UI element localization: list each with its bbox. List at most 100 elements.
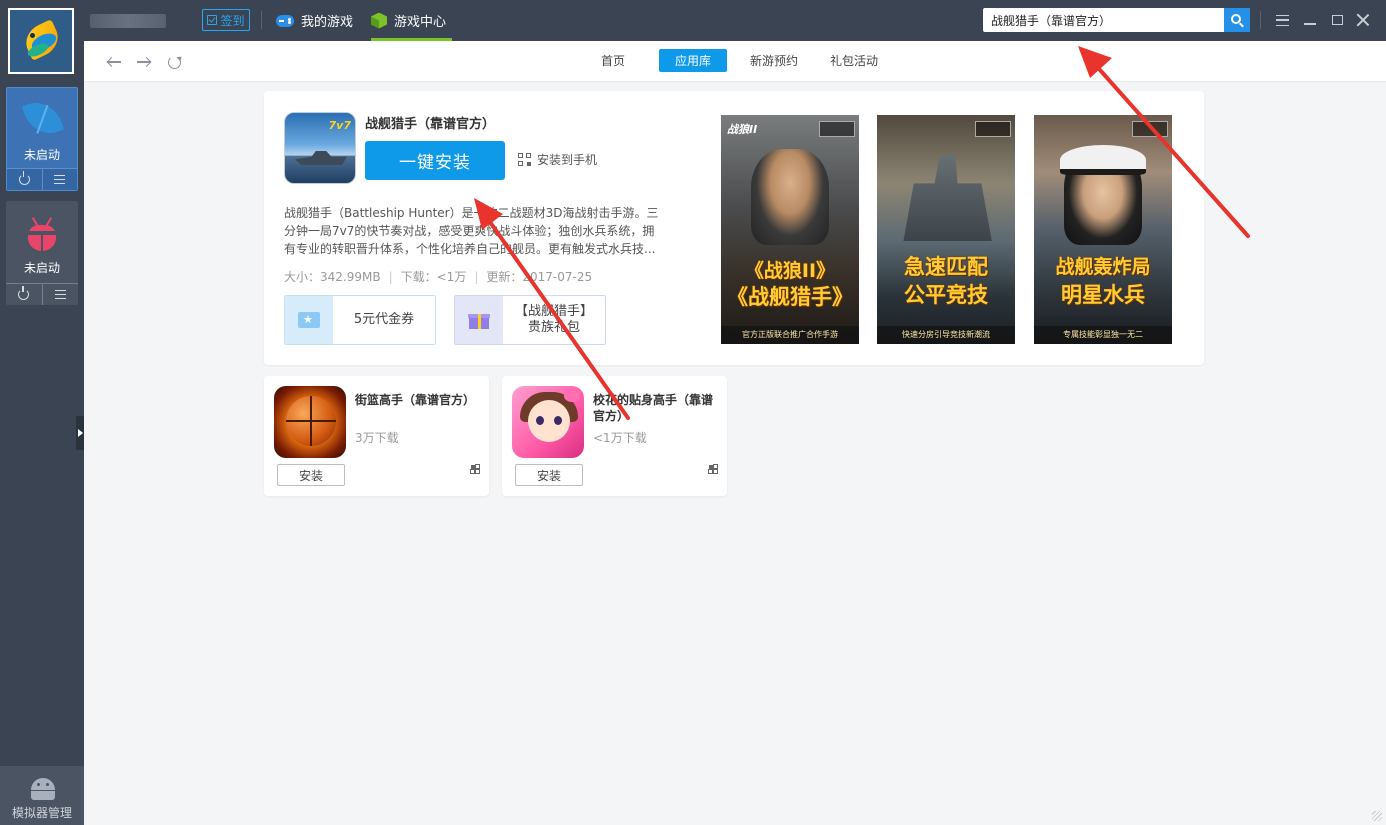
close-icon	[1356, 13, 1370, 27]
emulator-slot-1[interactable]: 未启动	[6, 87, 78, 191]
chevron-right-icon	[77, 429, 83, 437]
app-title: 战舰猎手（靠谱官方）	[365, 117, 496, 132]
arrow-right-icon	[137, 61, 151, 63]
refresh-button[interactable]	[165, 53, 183, 71]
app-title: 校花的贴身高手（靠谱官方）	[593, 393, 714, 423]
menu-icon	[54, 290, 66, 299]
install-to-phone-label: 安装到手机	[537, 153, 598, 167]
app-updated: 更新：2017-07-25	[486, 270, 593, 284]
tab-new-game-reservation[interactable]: 新游预约	[734, 49, 814, 72]
app-downloads: <1万下载	[593, 431, 647, 445]
tab-label: 新游预约	[750, 54, 799, 68]
emulator-slot-2[interactable]: 未启动	[6, 201, 78, 305]
emulator-controls	[6, 283, 78, 305]
close-button[interactable]	[1353, 10, 1373, 30]
bug-icon	[22, 211, 62, 253]
back-button[interactable]	[105, 53, 123, 71]
emulator-status-label: 未启动	[23, 148, 60, 162]
poster-caption-1: 战舰轰炸局	[1055, 256, 1151, 278]
poster-top-label: 战狼II	[727, 123, 758, 136]
app-title: 街篮高手（靠谱官方）	[355, 393, 476, 407]
divider	[261, 11, 262, 29]
screenshot-poster-3[interactable]: 战舰轰炸局 明星水兵 专属技能彰显独一无二	[1034, 115, 1172, 344]
fish-logo-icon	[20, 19, 64, 61]
content-nav-bar: 首页 应用库 新游预约 礼包活动	[84, 41, 1386, 82]
emulator-menu-button[interactable]	[41, 169, 78, 190]
search-icon	[1231, 14, 1241, 24]
recommended-app-card[interactable]: 街篮高手（靠谱官方） 3万下载 安装	[264, 376, 489, 496]
gift-pack-label: 【战舰猎手】 贵族礼包	[503, 296, 605, 344]
poster-caption-2: 明星水兵	[1061, 283, 1145, 307]
minimize-icon	[1304, 23, 1316, 25]
forward-button[interactable]	[135, 53, 153, 71]
poster-caption-2: 公平竞技	[904, 283, 988, 307]
game-logo-icon	[1132, 121, 1168, 137]
emulator-controls	[7, 168, 77, 190]
search-box	[983, 8, 1250, 32]
app-downloads: 3万下载	[355, 431, 399, 445]
recommended-app-card[interactable]: 校花的贴身高手（靠谱官方） <1万下载 安装	[502, 376, 727, 496]
power-button[interactable]	[7, 169, 42, 190]
emulator-sidebar: 未启动 未启动 模拟器管理	[0, 0, 84, 825]
poster-footer: 快速分房引导竞技新潮流	[877, 326, 1015, 344]
poster-caption-1: 急速匹配	[904, 255, 988, 279]
screenshot-poster-1[interactable]: 战狼II 《战狼II》 《战舰猎手》 官方正版联合推广合作手游	[721, 115, 859, 344]
signin-label: 签到	[220, 13, 245, 28]
leaf-icon	[21, 95, 65, 141]
app-downloads: 下载：<1万	[400, 270, 467, 284]
qr-code-icon	[518, 153, 531, 166]
emulator-manager-button[interactable]: 模拟器管理	[0, 766, 84, 825]
emulator-menu-button[interactable]	[41, 284, 79, 305]
search-button[interactable]	[1224, 8, 1250, 32]
gift-pack[interactable]: 【战舰猎手】 贵族礼包	[454, 295, 606, 345]
checkbox-icon	[207, 15, 218, 25]
emulator-manager-label: 模拟器管理	[11, 806, 72, 820]
minimize-button[interactable]	[1300, 10, 1320, 30]
search-input[interactable]	[983, 8, 1223, 32]
power-icon	[18, 286, 30, 300]
school-girl-app-icon[interactable]	[512, 386, 584, 458]
app-meta: 大小：342.99MB | 下载：<1万 | 更新：2017-07-25	[284, 270, 593, 284]
signin-button[interactable]: 签到	[202, 9, 250, 31]
voucher-coupon[interactable]: 5元代金券	[284, 295, 436, 345]
resize-grip[interactable]	[1372, 811, 1382, 821]
android-icon	[28, 774, 58, 800]
install-to-phone-link[interactable]: 安装到手机	[518, 151, 597, 168]
app-size: 大小：342.99MB	[284, 270, 381, 284]
app-logo[interactable]	[8, 8, 74, 74]
tab-gift-events[interactable]: 礼包活动	[814, 49, 894, 72]
tab-game-center[interactable]: 游戏中心	[371, 0, 452, 41]
battleship-app-icon[interactable]: 7v7	[284, 112, 356, 184]
icon-badge: 7v7	[328, 119, 351, 132]
ticket-icon	[285, 296, 333, 344]
gift-icon	[455, 296, 503, 344]
sidebar-collapse-toggle[interactable]	[76, 416, 84, 450]
maximize-icon	[1331, 15, 1343, 25]
game-center-content: 首页 应用库 新游预约 礼包活动 7v7 战舰猎手（靠谱官方） 一键安装 安装到…	[84, 41, 1386, 825]
basketball-app-icon[interactable]	[274, 386, 346, 458]
one-click-install-button[interactable]: 一键安装	[365, 141, 505, 180]
power-button[interactable]	[6, 284, 42, 305]
gamepad-icon	[276, 14, 294, 27]
divider	[1260, 11, 1261, 29]
poster-footer: 专属技能彰显独一无二	[1034, 326, 1172, 344]
install-button[interactable]: 安装	[515, 464, 583, 486]
install-button[interactable]: 安装	[277, 464, 345, 486]
tab-home[interactable]: 首页	[585, 49, 641, 72]
tab-my-games[interactable]: 我的游戏	[276, 0, 353, 41]
featured-app-card: 7v7 战舰猎手（靠谱官方） 一键安装 安装到手机 战舰猎手（Battleshi…	[264, 91, 1204, 365]
tab-app-library[interactable]: 应用库	[659, 49, 728, 72]
game-logo-icon	[819, 121, 855, 137]
game-logo-icon	[975, 121, 1011, 137]
screenshot-poster-2[interactable]: 急速匹配 公平竞技 快速分房引导竞技新潮流	[877, 115, 1015, 344]
refresh-icon	[167, 55, 181, 69]
tab-label: 我的游戏	[301, 15, 354, 30]
gift-pack-line2: 贵族礼包	[527, 320, 580, 335]
username-redacted	[90, 14, 166, 28]
main-menu-button[interactable]	[1272, 10, 1292, 30]
app-description: 战舰猎手（Battleship Hunter）是一款二战题材3D海战射击手游。三…	[284, 206, 659, 256]
cube-icon	[371, 12, 387, 29]
poster-caption-2: 《战舰猎手》	[727, 285, 853, 309]
arrow-left-icon	[107, 61, 121, 63]
maximize-button[interactable]	[1327, 10, 1347, 30]
